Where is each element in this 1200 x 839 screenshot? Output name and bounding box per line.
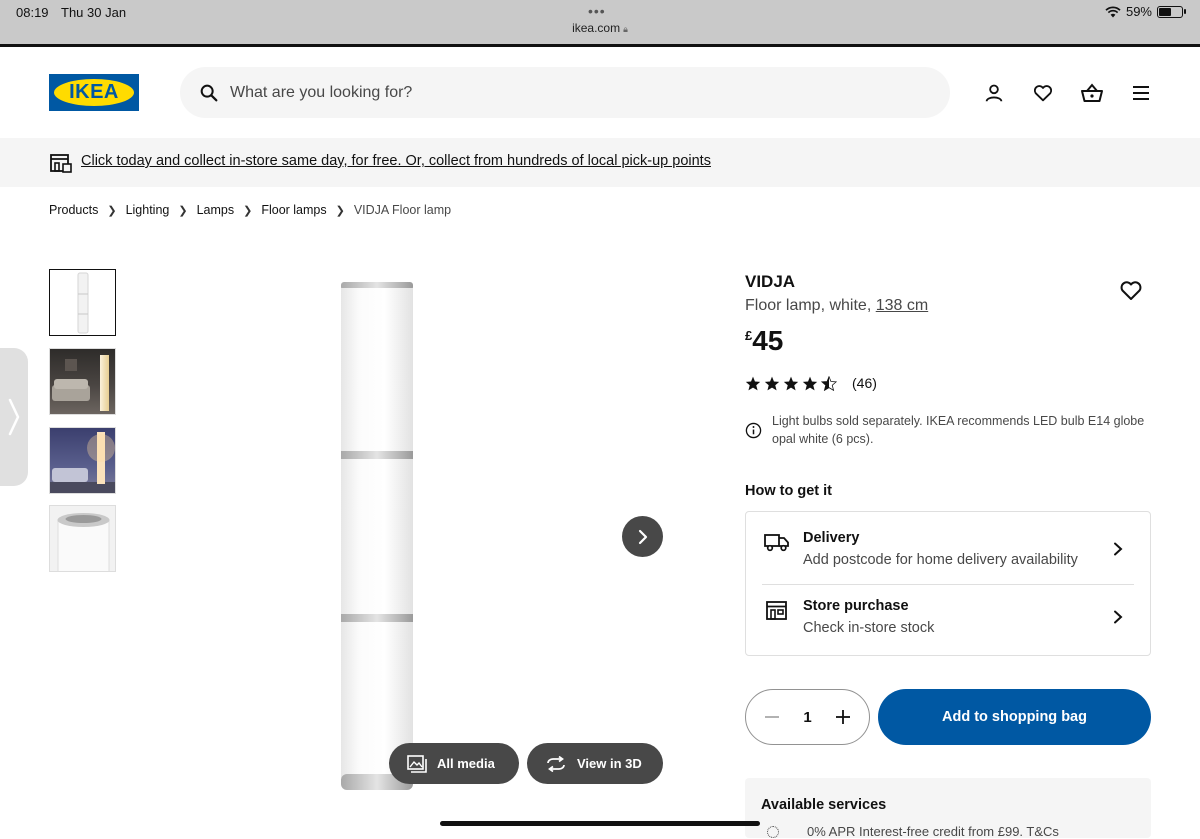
- product-type: Floor lamp, white,: [745, 297, 872, 314]
- product-main-image: [341, 282, 413, 790]
- services-title: Available services: [761, 797, 887, 813]
- heart-icon[interactable]: [1030, 80, 1056, 106]
- address-bar[interactable]: ikea.com 🔒︎: [0, 21, 1200, 35]
- all-media-button[interactable]: All media: [389, 743, 519, 784]
- all-media-label: All media: [437, 756, 495, 771]
- product-size-link[interactable]: 138 cm: [876, 297, 928, 314]
- chevron-right-icon: ❯: [178, 204, 188, 217]
- logo-oval: IKEA: [54, 79, 134, 106]
- store-purchase-option[interactable]: Store purchase Check in-store stock: [762, 584, 1134, 656]
- bulb-info: Light bulbs sold separately. IKEA recomm…: [745, 412, 1151, 448]
- menu-icon[interactable]: [1128, 80, 1154, 106]
- fulfilment-options: Delivery Add postcode for home delivery …: [745, 511, 1151, 656]
- product-rating[interactable]: (46): [745, 375, 877, 391]
- loading-icon: [767, 826, 779, 838]
- search-icon: [200, 84, 218, 101]
- quantity-stepper[interactable]: 1: [745, 689, 870, 745]
- star-icon: [745, 376, 761, 390]
- chevron-right-icon: [638, 529, 647, 544]
- add-to-bag-button[interactable]: Add to shopping bag: [878, 689, 1151, 745]
- rotate-3d-icon: [547, 755, 565, 772]
- review-count: (46): [852, 375, 877, 391]
- user-icon[interactable]: [981, 80, 1007, 106]
- star-icon: [802, 376, 818, 390]
- thumbnail-room-2[interactable]: [49, 427, 116, 494]
- chevron-right-icon: [1114, 610, 1123, 624]
- store-pickup-icon: [50, 154, 72, 173]
- status-right: 59%: [1105, 4, 1186, 19]
- product-description: Floor lamp, white, 138 cm: [745, 297, 928, 315]
- url-text: ikea.com: [572, 21, 621, 35]
- product-price: £45: [745, 325, 783, 357]
- logo-text: IKEA: [69, 81, 119, 103]
- sidebar-handle[interactable]: [0, 348, 28, 486]
- plus-icon[interactable]: [835, 709, 851, 725]
- living-room-image: [52, 355, 109, 411]
- store-purchase-title: Store purchase: [803, 598, 909, 614]
- star-icon: [783, 376, 799, 390]
- store-purchase-subtitle: Check in-store stock: [803, 620, 935, 636]
- lamp-thumbnail-image: [77, 272, 89, 334]
- lamp-top-detail-image: [57, 513, 110, 571]
- view-in-3d-label: View in 3D: [577, 756, 642, 771]
- delivery-option[interactable]: Delivery Add postcode for home delivery …: [762, 512, 1134, 584]
- rating-stars: [745, 375, 837, 391]
- lock-icon: 🔒︎: [623, 24, 628, 34]
- breadcrumb: Products ❯ Lighting ❯ Lamps ❯ Floor lamp…: [49, 203, 451, 217]
- thumbnail-detail[interactable]: [49, 505, 116, 572]
- ikea-logo[interactable]: IKEA: [49, 74, 139, 111]
- home-indicator[interactable]: [440, 821, 760, 826]
- delivery-title: Delivery: [803, 530, 860, 546]
- services-credit-text[interactable]: 0% APR Interest-free credit from £99. T&…: [807, 824, 1059, 839]
- wifi-icon: [1105, 5, 1121, 17]
- status-bar: 08:19 Thu 30 Jan ••• ikea.com 🔒︎ 59%: [0, 0, 1200, 44]
- battery-nub: [1184, 9, 1186, 14]
- breadcrumb-current: VIDJA Floor lamp: [353, 203, 452, 217]
- thumbnail-product[interactable]: [49, 269, 116, 336]
- delivery-subtitle: Add postcode for home delivery availabil…: [803, 552, 1078, 568]
- chevron-right-icon: ❯: [335, 204, 345, 217]
- quantity-value[interactable]: 1: [803, 709, 811, 726]
- minus-icon[interactable]: [764, 709, 780, 725]
- basket-icon[interactable]: [1079, 80, 1105, 106]
- promo-banner: Click today and collect in-store same da…: [0, 138, 1200, 187]
- tab-options-dots[interactable]: •••: [588, 3, 606, 19]
- status-time: 08:19: [16, 5, 49, 20]
- truck-icon: [764, 534, 789, 552]
- battery-percent: 59%: [1125, 4, 1152, 19]
- promo-link[interactable]: Click today and collect in-store same da…: [81, 153, 711, 169]
- search-input[interactable]: [230, 83, 910, 102]
- breadcrumb-floor-lamps[interactable]: Floor lamps: [261, 203, 326, 217]
- chevron-right-icon: ❯: [243, 204, 253, 217]
- chevron-right-icon: [8, 398, 20, 436]
- heart-icon[interactable]: [1119, 279, 1143, 301]
- available-services: Available services 0% APR Interest-free …: [745, 778, 1151, 839]
- price-amount: 45: [752, 325, 784, 356]
- how-to-get-it-heading: How to get it: [745, 483, 832, 499]
- chevron-right-icon: [1114, 542, 1123, 556]
- chevron-right-icon: ❯: [107, 204, 117, 217]
- info-icon: [745, 422, 762, 439]
- bedroom-image: [50, 432, 115, 493]
- search-bar[interactable]: [180, 67, 950, 118]
- price-currency: £: [745, 328, 753, 343]
- breadcrumb-lamps[interactable]: Lamps: [197, 203, 235, 217]
- view-in-3d-button[interactable]: View in 3D: [527, 743, 663, 784]
- next-image-button[interactable]: [622, 516, 663, 557]
- battery-icon: [1157, 5, 1183, 18]
- bulb-info-text: Light bulbs sold separately. IKEA recomm…: [772, 414, 1145, 446]
- half-star-icon: [821, 375, 837, 391]
- breadcrumb-lighting[interactable]: Lighting: [126, 203, 170, 217]
- store-icon: [766, 601, 787, 620]
- breadcrumb-products[interactable]: Products: [49, 203, 98, 217]
- star-icon: [764, 376, 780, 390]
- gallery-icon: [407, 754, 427, 773]
- header-top-line: [0, 44, 1200, 47]
- product-name: VIDJA: [745, 272, 796, 291]
- thumbnail-room-1[interactable]: [49, 348, 116, 415]
- status-date: Thu 30 Jan: [61, 5, 127, 20]
